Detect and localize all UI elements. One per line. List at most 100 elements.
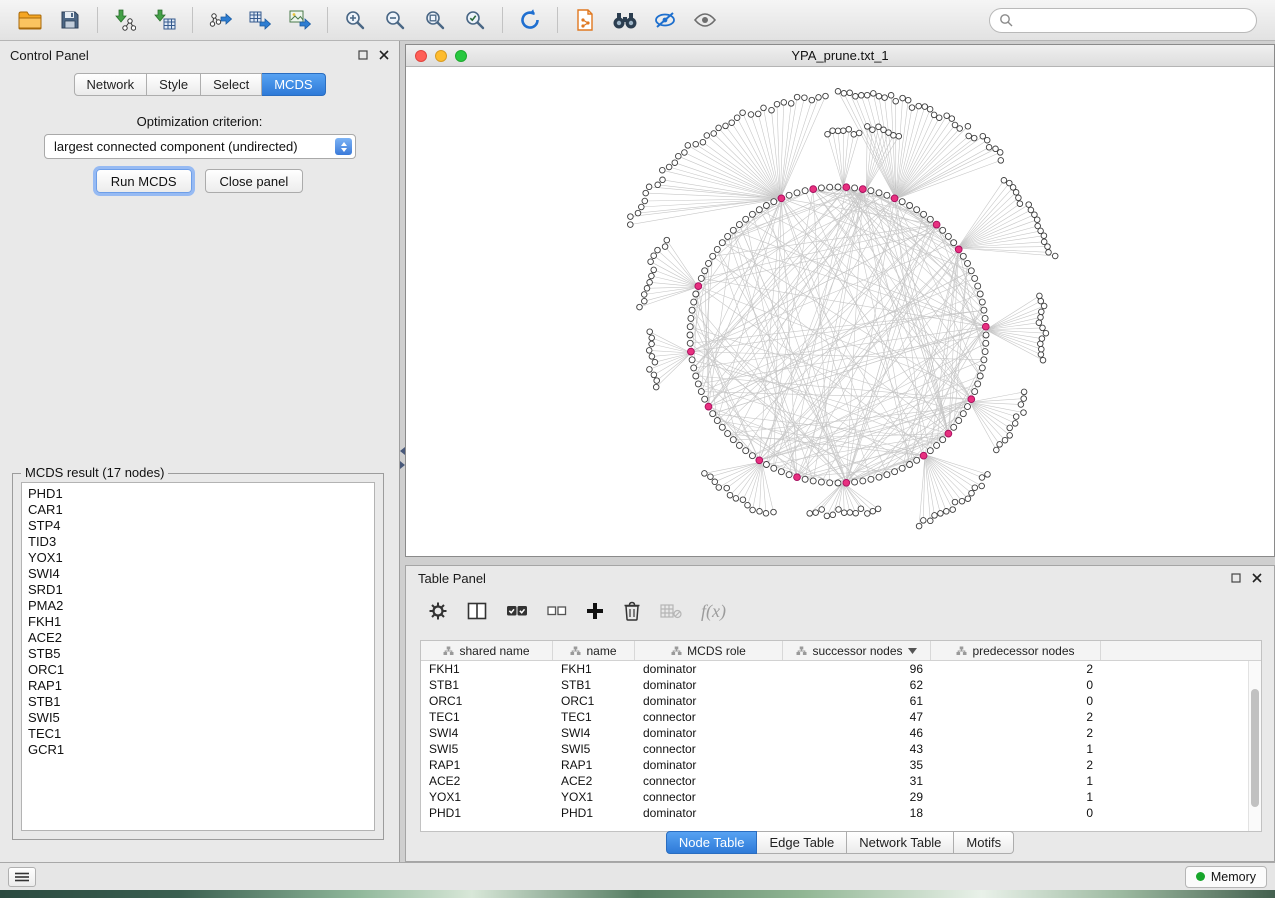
- table-scrollbar[interactable]: [1248, 661, 1261, 831]
- column-header-shared-name[interactable]: shared name: [421, 641, 553, 660]
- save-session-button[interactable]: [50, 4, 90, 36]
- mcds-result-item[interactable]: PMA2: [28, 598, 368, 614]
- close-panel-button[interactable]: Close panel: [205, 169, 304, 193]
- mcds-result-item[interactable]: SWI5: [28, 710, 368, 726]
- tab-edge-table[interactable]: Edge Table: [757, 831, 847, 854]
- tab-style[interactable]: Style: [147, 73, 201, 96]
- mcds-result-title: MCDS result (17 nodes): [21, 465, 168, 480]
- tab-node-table[interactable]: Node Table: [666, 831, 758, 854]
- network-window-titlebar[interactable]: YPA_prune.txt_1: [406, 45, 1274, 67]
- column-header-successor-nodes[interactable]: successor nodes: [783, 641, 931, 660]
- search-icon: [999, 13, 1013, 27]
- zoom-in-button[interactable]: [335, 4, 375, 36]
- table-row[interactable]: YOX1YOX1connector291: [421, 789, 1248, 805]
- table-cell: dominator: [635, 662, 783, 676]
- clone-network-button[interactable]: [565, 4, 605, 36]
- close-table-panel-icon[interactable]: [1252, 571, 1262, 586]
- table-cell: ORC1: [553, 694, 635, 708]
- table-row[interactable]: FKH1FKH1dominator962: [421, 661, 1248, 677]
- status-menu-button[interactable]: [8, 867, 36, 887]
- mcds-result-item[interactable]: GCR1: [28, 742, 368, 758]
- export-table-button[interactable]: [240, 4, 280, 36]
- table-settings-button[interactable]: [428, 601, 448, 621]
- table-row[interactable]: STB1STB1dominator620: [421, 677, 1248, 693]
- float-panel-icon[interactable]: [358, 48, 368, 63]
- export-table-icon: [249, 9, 272, 31]
- toggle-graphics-details-button[interactable]: [645, 4, 685, 36]
- table-row[interactable]: SWI5SWI5connector431: [421, 741, 1248, 757]
- find-button[interactable]: [605, 4, 645, 36]
- mcds-result-item[interactable]: TID3: [28, 534, 368, 550]
- open-session-button[interactable]: [10, 4, 50, 36]
- plus-icon: [586, 602, 604, 620]
- attribute-icon: [796, 646, 807, 656]
- zoom-selected-button[interactable]: [455, 4, 495, 36]
- table-cell: 47: [783, 710, 931, 724]
- delete-columns-button[interactable]: [623, 601, 641, 621]
- tab-mcds[interactable]: MCDS: [262, 73, 325, 96]
- minimize-window-icon[interactable]: [435, 50, 447, 62]
- table-row[interactable]: ORC1ORC1dominator610: [421, 693, 1248, 709]
- zoom-fit-button[interactable]: [415, 4, 455, 36]
- refresh-view-button[interactable]: [510, 4, 550, 36]
- tab-select[interactable]: Select: [201, 73, 262, 96]
- close-window-icon[interactable]: [415, 50, 427, 62]
- table-cell: 0: [931, 694, 1101, 708]
- show-columns-button[interactable]: [467, 602, 487, 620]
- tab-network-table[interactable]: Network Table: [847, 831, 954, 854]
- table-row[interactable]: PHD1PHD1dominator180: [421, 805, 1248, 821]
- export-image-button[interactable]: [280, 4, 320, 36]
- table-cell: 1: [931, 774, 1101, 788]
- import-network-button[interactable]: [105, 4, 145, 36]
- export-network-button[interactable]: [200, 4, 240, 36]
- table-cell: STB1: [553, 678, 635, 692]
- table-row[interactable]: ACE2ACE2connector311: [421, 773, 1248, 789]
- show-graphics-details-button[interactable]: [685, 4, 725, 36]
- float-table-panel-icon[interactable]: [1231, 571, 1241, 586]
- search-input[interactable]: [1019, 13, 1247, 28]
- import-table-button[interactable]: [145, 4, 185, 36]
- network-window-title: YPA_prune.txt_1: [406, 48, 1274, 63]
- column-header-name[interactable]: name: [553, 641, 635, 660]
- column-header-mcds-role[interactable]: MCDS role: [635, 641, 783, 660]
- mcds-result-item[interactable]: CAR1: [28, 502, 368, 518]
- toolbar-separator: [557, 7, 558, 33]
- column-label: successor nodes: [812, 644, 902, 658]
- select-all-button[interactable]: [506, 602, 528, 620]
- mcds-result-item[interactable]: ACE2: [28, 630, 368, 646]
- close-panel-icon[interactable]: [379, 48, 389, 63]
- zoom-out-button[interactable]: [375, 4, 415, 36]
- mcds-result-item[interactable]: SRD1: [28, 582, 368, 598]
- add-column-button[interactable]: [586, 602, 604, 620]
- mcds-result-item[interactable]: STP4: [28, 518, 368, 534]
- deselect-all-button[interactable]: [547, 603, 567, 619]
- mcds-result-item[interactable]: YOX1: [28, 550, 368, 566]
- tab-network[interactable]: Network: [73, 73, 147, 96]
- mcds-result-item[interactable]: PHD1: [28, 486, 368, 502]
- maximize-window-icon[interactable]: [455, 50, 467, 62]
- column-header-predecessor-nodes[interactable]: predecessor nodes: [931, 641, 1101, 660]
- table-row[interactable]: SWI4SWI4dominator462: [421, 725, 1248, 741]
- mcds-result-item[interactable]: ORC1: [28, 662, 368, 678]
- tab-motifs[interactable]: Motifs: [954, 831, 1014, 854]
- mcds-result-item[interactable]: RAP1: [28, 678, 368, 694]
- run-mcds-button[interactable]: Run MCDS: [96, 169, 192, 193]
- mcds-result-item[interactable]: SWI4: [28, 566, 368, 582]
- mcds-result-item[interactable]: TEC1: [28, 726, 368, 742]
- table-row[interactable]: RAP1RAP1dominator352: [421, 757, 1248, 773]
- search-box[interactable]: [989, 8, 1257, 33]
- scrollbar-thumb[interactable]: [1251, 689, 1259, 807]
- memory-button[interactable]: Memory: [1185, 866, 1267, 888]
- mcds-result-item[interactable]: FKH1: [28, 614, 368, 630]
- criterion-select[interactable]: largest connected component (undirected): [44, 134, 356, 159]
- mcds-result-item[interactable]: STB1: [28, 694, 368, 710]
- table-cell: RAP1: [553, 758, 635, 772]
- mcds-result-list[interactable]: PHD1CAR1STP4TID3YOX1SWI4SRD1PMA2FKH1ACE2…: [21, 482, 375, 831]
- table-row[interactable]: TEC1TEC1connector472: [421, 709, 1248, 725]
- table-panel: Table Panel: [405, 565, 1275, 862]
- window-traffic-lights: [415, 50, 467, 62]
- control-panel: Control Panel Network Style Select MCDS …: [0, 41, 400, 862]
- network-canvas[interactable]: [406, 67, 1274, 556]
- mcds-result-item[interactable]: STB5: [28, 646, 368, 662]
- table-cell: 31: [783, 774, 931, 788]
